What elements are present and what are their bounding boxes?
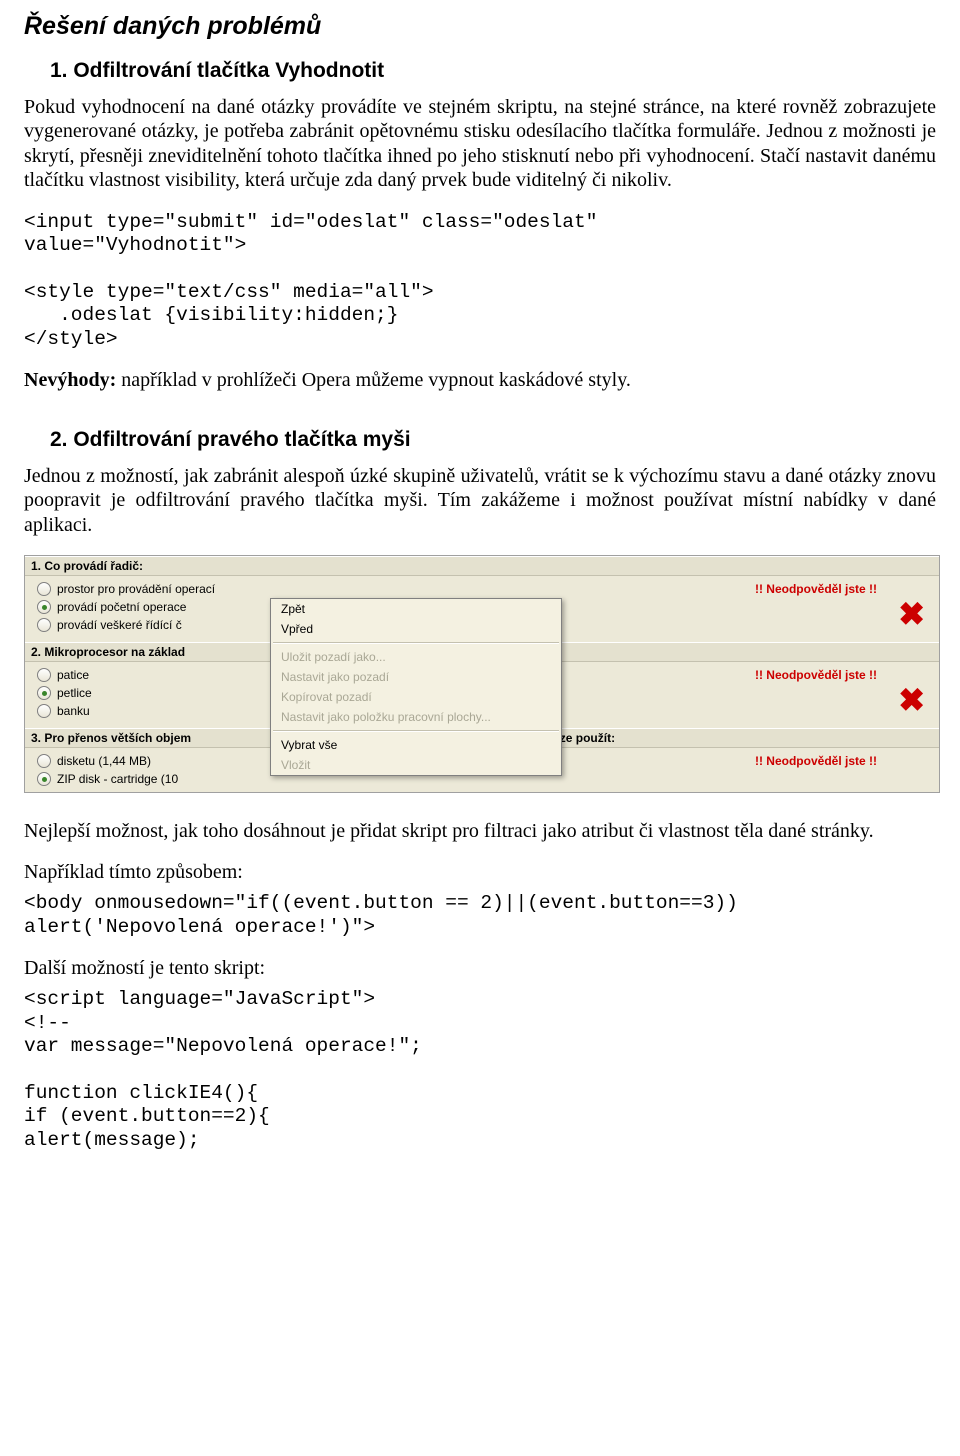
- radio-label: provádí početní operace: [57, 600, 186, 614]
- menu-item-select-all[interactable]: Vybrat vše: [271, 735, 561, 755]
- menu-item-forward[interactable]: Vpřed: [271, 619, 561, 639]
- radio-icon[interactable]: [37, 618, 51, 632]
- radio-label: provádí veškeré řídící č: [57, 618, 182, 632]
- radio-icon[interactable]: [37, 668, 51, 682]
- q1-title: 1. Co provádí řadič:: [25, 556, 939, 576]
- menu-item-set-desktop: Nastavit jako položku pracovní plochy...: [271, 707, 561, 727]
- drawbacks-label: Nevýhody:: [24, 369, 116, 391]
- status-badge: !! Neodpověděl jste !!: [755, 754, 877, 768]
- radio-icon[interactable]: [37, 754, 51, 768]
- menu-item-copy-bg: Kopírovat pozadí: [271, 687, 561, 707]
- radio-icon[interactable]: [37, 704, 51, 718]
- radio-label: ZIP disk - cartridge (10: [57, 772, 178, 786]
- menu-item-back[interactable]: Zpět: [271, 599, 561, 619]
- menu-item-save-bg: Uložit pozadí jako...: [271, 647, 561, 667]
- radio-icon[interactable]: [37, 686, 51, 700]
- drawbacks-text: například v prohlížeči Opera můžeme vypn…: [116, 369, 631, 391]
- status-badge: !! Neodpověděl jste !!: [755, 582, 877, 596]
- radio-label: patice: [57, 668, 89, 682]
- radio-label: petlice: [57, 686, 92, 700]
- code-block-1: <input type="submit" id="odeslat" class=…: [24, 211, 936, 351]
- radio-label: prostor pro provádění operací: [57, 582, 215, 596]
- section1-para1: Pokud vyhodnocení na dané otázky provádí…: [24, 95, 936, 193]
- status-badge: !! Neodpověděl jste !!: [755, 668, 877, 682]
- menu-item-set-bg: Nastavit jako pozadí: [271, 667, 561, 687]
- menu-item-paste: Vložit: [271, 755, 561, 775]
- example-label-2: Další možností je tento skript:: [24, 957, 936, 980]
- after-para1: Nejlepší možnost, jak toho dosáhnout je …: [24, 819, 936, 843]
- red-x-icon: ✖: [898, 598, 925, 630]
- radio-label: disketu (1,44 MB): [57, 754, 151, 768]
- q3-title-left: 3. Pro přenos větších objem: [31, 731, 191, 745]
- code-block-2: <body onmousedown="if((event.button == 2…: [24, 892, 936, 939]
- context-menu: Zpět Vpřed Uložit pozadí jako... Nastavi…: [270, 598, 562, 776]
- code-block-3: <script language="JavaScript"> <!-- var …: [24, 988, 936, 1152]
- menu-separator: [273, 642, 559, 644]
- drawbacks-line: Nevýhody: například v prohlížeči Opera m…: [24, 369, 936, 392]
- radio-icon[interactable]: [37, 600, 51, 614]
- radio-icon[interactable]: [37, 772, 51, 786]
- radio-label: banku: [57, 704, 90, 718]
- section2-para1: Jednou z možností, jak zabránit alespoň …: [24, 464, 936, 537]
- section2-heading: 2. Odfiltrování pravého tlačítka myši: [50, 428, 936, 452]
- page-title: Řešení daných problémů: [24, 12, 936, 41]
- quiz-screenshot: 1. Co provádí řadič: !! Neodpověděl jste…: [24, 555, 940, 793]
- menu-separator: [273, 730, 559, 732]
- red-x-icon: ✖: [898, 684, 925, 716]
- radio-icon[interactable]: [37, 582, 51, 596]
- example-label-1: Například tímto způsobem:: [24, 861, 936, 884]
- section1-heading: 1. Odfiltrování tlačítka Vyhodnotit: [50, 59, 936, 83]
